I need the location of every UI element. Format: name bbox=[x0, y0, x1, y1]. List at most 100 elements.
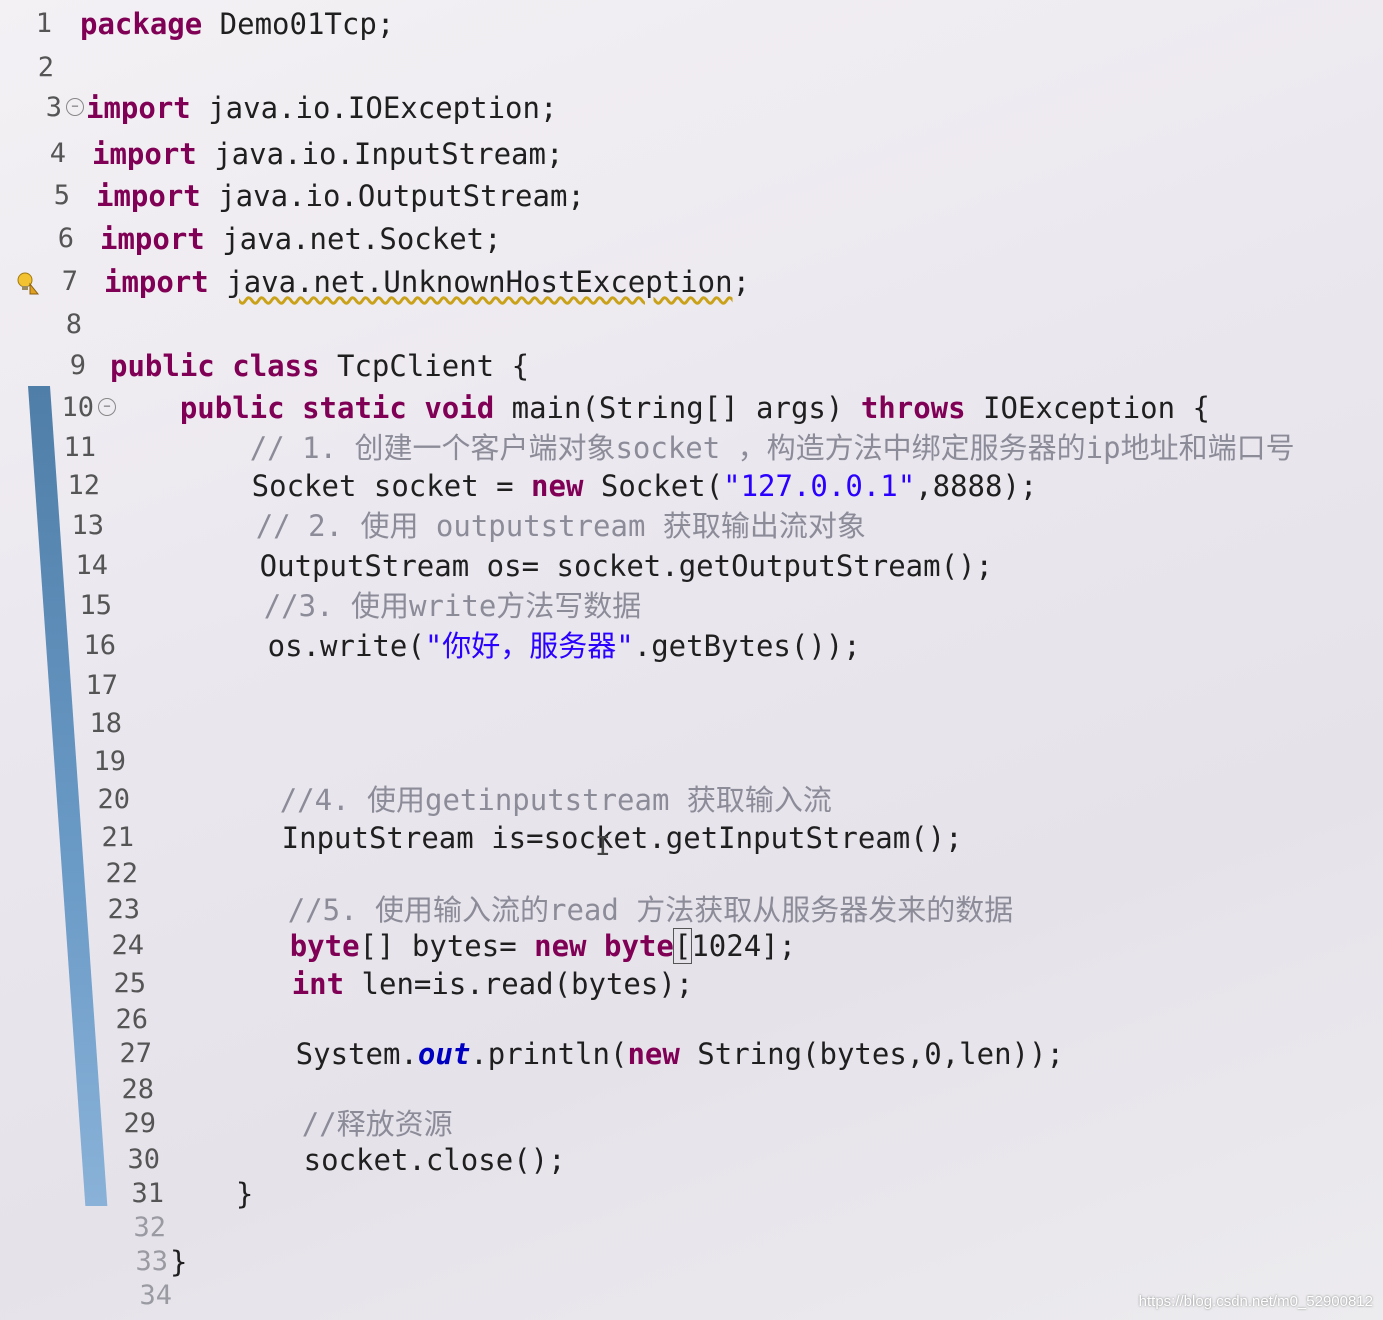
code-token: [] bytes= bbox=[359, 929, 535, 963]
code-token: IOException { bbox=[965, 391, 1211, 425]
comment-token: // 1. 创建一个客户端对象socket ，构造方法中绑定服务器的ip地址和端… bbox=[249, 431, 1295, 465]
collapse-fold-icon[interactable]: − bbox=[66, 98, 84, 116]
line-code[interactable]: package Demo01Tcp; bbox=[80, 4, 394, 44]
line-number: 25 bbox=[113, 968, 146, 999]
comment-token: //释放资源 bbox=[301, 1107, 453, 1141]
line-code[interactable]: import java.net.UnknownHostException; bbox=[104, 262, 750, 302]
line-number: 7 bbox=[61, 266, 78, 297]
line-code[interactable]: System.out.println(new String(bytes,0,le… bbox=[156, 1034, 1064, 1074]
line-code[interactable]: import java.net.Socket; bbox=[100, 219, 502, 259]
line-number: 18 bbox=[89, 708, 122, 739]
line-code[interactable]: //释放资源 bbox=[162, 1104, 453, 1144]
line-code[interactable]: } bbox=[166, 1174, 253, 1214]
code-token: len=is.read(bytes); bbox=[344, 967, 694, 1001]
keyword-token: new bbox=[531, 469, 584, 503]
line-code[interactable]: // 2. 使用 outputstream 获取输出流对象 bbox=[116, 506, 866, 546]
keyword-token: import bbox=[104, 265, 209, 299]
line-number: 17 bbox=[85, 670, 118, 701]
code-token: socket.close(); bbox=[164, 1143, 566, 1177]
line-code[interactable]: } bbox=[170, 1242, 187, 1282]
code-editor-photo: 1 package Demo01Tcp; 2 3− import java.io.IOE… bbox=[0, 0, 1383, 1320]
keyword-token: byte bbox=[289, 929, 360, 963]
keyword-token: new bbox=[627, 1037, 680, 1071]
keyword-token: new bbox=[534, 929, 587, 963]
line-code[interactable]: public static void main(String[] args) t… bbox=[110, 388, 1210, 428]
code-token: System. bbox=[156, 1037, 418, 1071]
line-code[interactable]: OutputStream os= socket.getOutputStream(… bbox=[120, 546, 993, 586]
line-number: 23 bbox=[107, 894, 140, 925]
comment-token: // 2. 使用 outputstream 获取输出流对象 bbox=[255, 509, 866, 543]
line-number: 12 bbox=[67, 470, 100, 501]
code-token: [ bbox=[672, 928, 693, 964]
line-code[interactable]: import java.io.InputStream; bbox=[92, 134, 563, 174]
code-token: Socket socket = bbox=[112, 469, 532, 503]
line-number: 22 bbox=[105, 858, 138, 889]
code-token: java.net.UnknownHostException bbox=[226, 265, 733, 299]
line-number: 3 bbox=[45, 92, 62, 123]
code-token: OutputStream os= socket.getOutputStream(… bbox=[120, 549, 993, 583]
line-number: 11 bbox=[63, 432, 96, 463]
line-number: 13 bbox=[71, 510, 104, 541]
line-code[interactable]: import java.io.IOException; bbox=[86, 88, 557, 128]
code-token: Socket( bbox=[583, 469, 724, 503]
line-code[interactable]: byte[] bytes= new byte[1024]; bbox=[150, 926, 796, 966]
code-token: } bbox=[170, 1245, 188, 1279]
keyword-token: public bbox=[179, 391, 285, 425]
code-token: InputStream is=socket.getInputStream(); bbox=[142, 821, 963, 855]
keyword-token: class bbox=[232, 349, 320, 383]
line-number: 16 bbox=[83, 630, 116, 661]
code-token: Demo01Tcp; bbox=[202, 7, 395, 41]
line-code[interactable]: //4. 使用getinputstream 获取输入流 bbox=[140, 780, 832, 820]
line-number: 2 bbox=[37, 52, 54, 83]
keyword-token: import bbox=[100, 222, 205, 256]
line-code[interactable]: InputStream is=socket.getInputStream(); bbox=[142, 818, 963, 858]
line-code[interactable]: int len=is.read(bytes); bbox=[152, 964, 694, 1004]
line-code[interactable]: Socket socket = new Socket("127.0.0.1",8… bbox=[112, 466, 1038, 506]
line-code[interactable]: // 1. 创建一个客户端对象socket ，构造方法中绑定服务器的ip地址和端… bbox=[110, 428, 1295, 468]
keyword-token: throws bbox=[860, 391, 966, 425]
code-token: TcpClient { bbox=[319, 349, 530, 383]
code-token: java.io.OutputStream; bbox=[200, 179, 585, 213]
line-number: 4 bbox=[49, 138, 66, 169]
line-number: 19 bbox=[93, 746, 126, 777]
string-token: "你好，服务器" bbox=[424, 629, 634, 663]
line-number: 8 bbox=[65, 309, 82, 340]
line-number: 15 bbox=[79, 590, 112, 621]
comment-token: //4. 使用getinputstream 获取输入流 bbox=[279, 783, 832, 817]
line-code[interactable]: public class TcpClient { bbox=[110, 346, 529, 386]
keyword-token: static bbox=[302, 391, 407, 425]
line-number: 6 bbox=[57, 223, 74, 254]
comment-token: //5. 使用输入流的read 方法获取从服务器发来的数据 bbox=[287, 893, 1014, 927]
line-number: 34 bbox=[139, 1280, 172, 1311]
line-number: 24 bbox=[111, 930, 144, 961]
field-token: out bbox=[417, 1037, 471, 1071]
line-code[interactable]: os.write("你好，服务器".getBytes()); bbox=[128, 626, 861, 666]
code-token: } bbox=[166, 1177, 254, 1211]
string-token: "127.0.0.1" bbox=[723, 469, 916, 503]
code-token: 1024]; bbox=[691, 929, 797, 963]
code-token: .println( bbox=[470, 1037, 628, 1071]
keyword-token: int bbox=[291, 967, 345, 1001]
watermark-url: https://blog.csdn.net/m0_52900812 bbox=[1138, 1293, 1373, 1310]
line-number: 14 bbox=[75, 550, 108, 581]
line-number: 9 bbox=[69, 350, 86, 381]
code-token: main(String[] args) bbox=[494, 391, 861, 425]
line-code[interactable]: //3. 使用write方法写数据 bbox=[124, 586, 642, 626]
line-number: 21 bbox=[101, 822, 134, 853]
line-code[interactable]: //5. 使用输入流的read 方法获取从服务器发来的数据 bbox=[148, 890, 1014, 930]
keyword-token: public bbox=[110, 349, 215, 383]
line-code[interactable]: import java.io.OutputStream; bbox=[96, 176, 585, 216]
keyword-token: package bbox=[80, 7, 203, 41]
code-token: String(bytes,0,len)); bbox=[679, 1037, 1064, 1071]
